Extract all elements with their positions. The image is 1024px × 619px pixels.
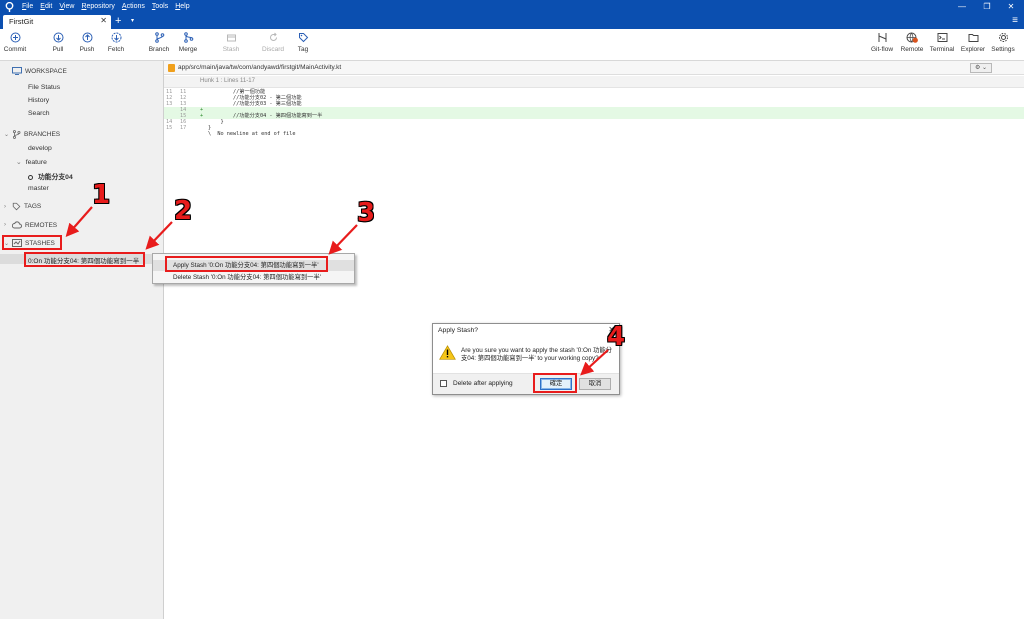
- kotlin-file-icon: [168, 64, 175, 72]
- new-tab-button[interactable]: +: [115, 15, 121, 27]
- menu-repository[interactable]: Repository: [81, 0, 114, 14]
- gitflow-icon: [878, 33, 886, 42]
- remote-button[interactable]: Remote: [895, 32, 929, 53]
- hunk-header: Hunk 1 : Lines 11-17: [164, 76, 1024, 88]
- delete-stash-menu-item[interactable]: Delete Stash '0:On 功能分支04: 第四個功能寫到一半': [153, 272, 354, 283]
- menu-bar: File Edit View Repository Actions Tools …: [0, 0, 1024, 14]
- menu-view[interactable]: View: [59, 0, 74, 14]
- stash-icon: [226, 34, 236, 42]
- tab-firstgit[interactable]: FirstGit ✕: [3, 15, 111, 29]
- sidebar-branch-develop[interactable]: develop: [28, 145, 52, 152]
- fetch-button[interactable]: Fetch: [99, 32, 133, 53]
- chevron-down-icon: ⌄: [16, 159, 22, 166]
- step-number-1: 1: [92, 180, 111, 210]
- tab-label: FirstGit: [9, 17, 34, 26]
- commit-icon: [10, 32, 20, 43]
- tab-dropdown-icon[interactable]: ▾: [131, 17, 134, 24]
- sidebar-item-file-status[interactable]: File Status: [28, 84, 60, 91]
- discard-icon: [269, 32, 277, 41]
- sidebar-folder-feature[interactable]: ⌄ feature: [16, 158, 47, 166]
- merge-button[interactable]: Merge: [171, 32, 205, 53]
- delete-after-applying-checkbox[interactable]: [440, 380, 447, 387]
- pull-icon: [53, 32, 63, 43]
- close-window-button[interactable]: ✕: [1000, 0, 1022, 14]
- globe-icon: [906, 32, 918, 43]
- sidebar-branch-current[interactable]: 功能分支04: [28, 171, 73, 181]
- diff-code: \ No newline at end of file: [208, 131, 296, 137]
- dialog-footer: Delete after applying 確定 取消: [433, 373, 619, 394]
- apply-stash-dialog: Apply Stash? ✕ Are you sure you want to …: [432, 323, 620, 395]
- branch-icon: [12, 130, 21, 139]
- chevron-down-icon: ⌄: [4, 132, 10, 138]
- tags-header[interactable]: › TAGS: [4, 202, 41, 211]
- branches-header[interactable]: ⌄ BRANCHES: [4, 130, 60, 139]
- tab-close-icon[interactable]: ✕: [100, 16, 107, 25]
- terminal-icon: [937, 33, 947, 42]
- diff-options-dropdown[interactable]: ⚙ ⌄: [970, 63, 992, 73]
- monitor-icon: [12, 67, 22, 75]
- file-path-bar: app/src/main/java/tw/com/andyawd/firstgi…: [164, 61, 1024, 75]
- commit-button[interactable]: Commit: [0, 32, 32, 53]
- menu-actions[interactable]: Actions: [122, 0, 145, 14]
- dialog-message: Are you sure you want to apply the stash…: [461, 347, 613, 362]
- gitflow-button[interactable]: Git-flow: [865, 32, 899, 53]
- menu-help[interactable]: Help: [175, 0, 189, 14]
- stash-button[interactable]: Stash: [214, 32, 248, 53]
- fetch-icon: [111, 32, 121, 43]
- tag-button[interactable]: Tag: [286, 32, 320, 53]
- menu-file[interactable]: File: [22, 0, 33, 14]
- step-number-3: 3: [357, 198, 376, 228]
- delete-after-applying-label[interactable]: Delete after applying: [453, 380, 513, 387]
- explorer-button[interactable]: Explorer: [956, 32, 990, 53]
- folder-icon: [968, 34, 978, 42]
- step-number-4: 4: [607, 322, 626, 352]
- cancel-button[interactable]: 取消: [579, 378, 611, 390]
- menu-tools[interactable]: Tools: [152, 0, 168, 14]
- minimize-button[interactable]: —: [951, 0, 973, 14]
- tag-icon: [298, 33, 308, 43]
- merge-icon: [183, 32, 193, 43]
- file-path: app/src/main/java/tw/com/andyawd/firstgi…: [178, 64, 342, 71]
- dialog-title: Apply Stash?: [438, 327, 479, 334]
- current-branch-icon: [28, 174, 33, 180]
- sidebar: WORKSPACE File Status History Search ⌄ B…: [0, 61, 164, 619]
- restore-button[interactable]: ❐: [976, 0, 998, 14]
- push-icon: [82, 32, 92, 43]
- annotation-box-stashes: [2, 235, 62, 250]
- cloud-icon: [12, 221, 22, 229]
- toolbar: Commit Pull Push Fetch Branch Merge Stas…: [0, 29, 1024, 61]
- sourcetree-logo-icon: [5, 2, 14, 12]
- settings-button[interactable]: Settings: [986, 32, 1020, 53]
- hamburger-menu-icon[interactable]: ≡: [1012, 16, 1018, 26]
- annotation-box-ok: [533, 373, 577, 393]
- step-number-2: 2: [174, 196, 193, 226]
- workspace-header[interactable]: WORKSPACE: [4, 67, 67, 75]
- menu-edit[interactable]: Edit: [40, 0, 52, 14]
- diff-line: \ No newline at end of file: [164, 131, 1024, 137]
- warning-icon: [439, 345, 456, 360]
- discard-button[interactable]: Discard: [256, 32, 290, 53]
- sidebar-branch-master[interactable]: master: [28, 185, 49, 192]
- sidebar-item-history[interactable]: History: [28, 97, 49, 104]
- branch-icon: [154, 32, 164, 43]
- terminal-button[interactable]: Terminal: [925, 32, 959, 53]
- sidebar-item-search[interactable]: Search: [28, 110, 50, 117]
- annotation-box-apply-stash: [165, 256, 328, 272]
- tab-bar: FirstGit ✕ + ▾ ≡: [0, 14, 1024, 29]
- remotes-header[interactable]: › REMOTES: [4, 221, 57, 229]
- tag-icon: [12, 202, 21, 211]
- annotation-box-stash-item: [24, 252, 145, 267]
- chevron-right-icon: ›: [4, 222, 6, 228]
- chevron-right-icon: ›: [4, 203, 6, 210]
- gear-icon: [998, 33, 1008, 42]
